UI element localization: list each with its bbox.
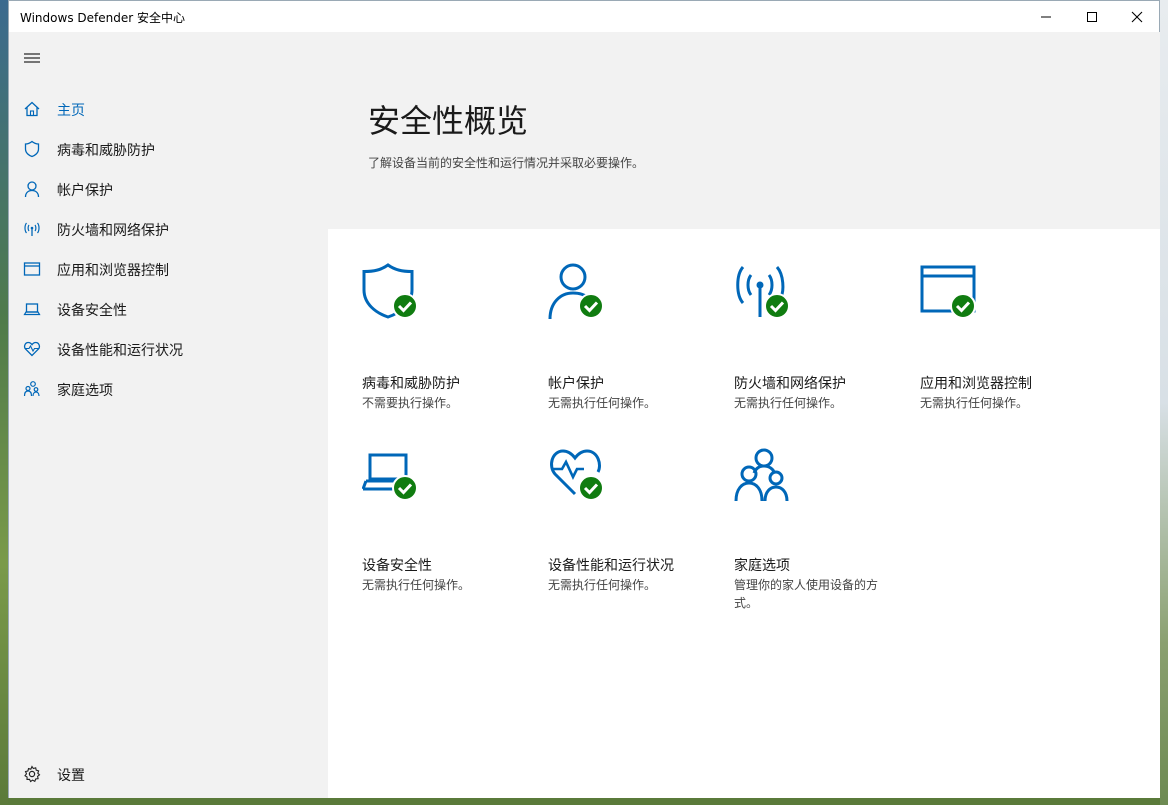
shield-icon <box>24 140 40 158</box>
sidebar-item-device-performance[interactable]: 设备性能和运行状况 <box>9 331 328 367</box>
person-icon <box>24 181 40 198</box>
browser-check-icon <box>920 265 976 319</box>
antenna-check-icon <box>736 266 790 319</box>
tile-title: 应用和浏览器控制 <box>920 376 1032 392</box>
sidebar-item-label: 设备安全性 <box>57 303 127 319</box>
sidebar: 主页 病毒和威胁防护 帐户保护 防火墙和网络保护 应用和浏览器控制 设备安全性 … <box>9 32 328 798</box>
title-bar[interactable]: Windows Defender 安全中心 <box>9 1 1159 32</box>
family-icon <box>23 381 40 397</box>
heart-icon <box>23 341 41 357</box>
laptop-check-icon <box>362 453 418 501</box>
heart-check-icon <box>550 449 604 501</box>
tile-title: 设备安全性 <box>362 558 432 574</box>
tile-status: 无需执行任何操作。 <box>920 396 1029 410</box>
page-title: 安全性概览 <box>368 102 529 140</box>
menu-button[interactable] <box>23 50 41 64</box>
app-window: Windows Defender 安全中心 主页 病毒和威胁防护 帐户保护 防火… <box>8 0 1160 798</box>
tile-status: 管理你的家人使用设备的方式。 <box>734 578 879 610</box>
tile-firewall[interactable]: 防火墙和网络保护 无需执行任何操作。 <box>734 263 904 413</box>
tiles-panel: 病毒和威胁防护 不需要执行操作。 帐户保护 无需执行任何操作。 防火墙和网络保护… <box>328 229 1160 798</box>
sidebar-item-account-protection[interactable]: 帐户保护 <box>9 171 328 207</box>
close-icon <box>1131 11 1143 22</box>
hamburger-icon <box>24 53 40 63</box>
close-button[interactable] <box>1114 1 1160 32</box>
sidebar-item-firewall[interactable]: 防火墙和网络保护 <box>9 211 328 247</box>
tile-status: 无需执行任何操作。 <box>362 578 471 592</box>
minimize-icon <box>1041 16 1051 17</box>
sidebar-item-settings[interactable]: 设置 <box>9 757 328 793</box>
browser-window-icon <box>23 262 41 276</box>
tile-status: 无需执行任何操作。 <box>548 578 657 592</box>
tile-virus-protection[interactable]: 病毒和威胁防护 不需要执行操作。 <box>362 263 532 413</box>
tile-account-protection[interactable]: 帐户保护 无需执行任何操作。 <box>548 263 718 413</box>
tile-title: 设备性能和运行状况 <box>548 558 674 574</box>
tile-device-performance[interactable]: 设备性能和运行状况 无需执行任何操作。 <box>548 445 718 595</box>
tile-title: 帐户保护 <box>548 376 604 392</box>
tile-family-options[interactable]: 家庭选项 管理你的家人使用设备的方式。 <box>734 445 904 610</box>
sidebar-item-label: 防火墙和网络保护 <box>57 223 169 239</box>
person-check-icon <box>548 263 604 320</box>
shield-check-icon <box>362 263 418 319</box>
sidebar-item-app-browser-control[interactable]: 应用和浏览器控制 <box>9 251 328 287</box>
page-subtitle: 了解设备当前的安全性和运行情况并采取必要操作。 <box>368 156 645 170</box>
page-header: 安全性概览 了解设备当前的安全性和运行情况并采取必要操作。 <box>328 32 1160 229</box>
gear-icon <box>24 765 41 783</box>
sidebar-item-home[interactable]: 主页 <box>9 91 328 127</box>
desktop-background-left <box>0 0 8 805</box>
sidebar-item-label: 病毒和威胁防护 <box>57 143 155 159</box>
sidebar-item-label: 应用和浏览器控制 <box>57 263 169 279</box>
minimize-button[interactable] <box>1023 1 1069 32</box>
tile-title: 防火墙和网络保护 <box>734 376 846 392</box>
desktop-background-right <box>1160 0 1168 805</box>
tile-title: 家庭选项 <box>734 558 790 574</box>
maximize-icon <box>1087 11 1097 22</box>
settings-label: 设置 <box>57 768 85 784</box>
sidebar-item-label: 主页 <box>57 103 85 119</box>
sidebar-item-label: 设备性能和运行状况 <box>57 343 183 359</box>
maximize-button[interactable] <box>1069 1 1115 32</box>
tile-status: 不需要执行操作。 <box>362 396 459 410</box>
laptop-icon <box>23 303 41 316</box>
tile-status: 无需执行任何操作。 <box>548 396 657 410</box>
tile-device-security[interactable]: 设备安全性 无需执行任何操作。 <box>362 445 532 595</box>
family-icon <box>734 448 789 502</box>
sidebar-item-label: 帐户保护 <box>57 183 113 199</box>
sidebar-item-virus-protection[interactable]: 病毒和威胁防护 <box>9 131 328 167</box>
tile-status: 无需执行任何操作。 <box>734 396 843 410</box>
home-icon <box>24 101 40 117</box>
sidebar-item-family-options[interactable]: 家庭选项 <box>9 371 328 407</box>
sidebar-item-label: 家庭选项 <box>57 383 113 399</box>
tile-title: 病毒和威胁防护 <box>362 376 460 392</box>
tile-app-browser-control[interactable]: 应用和浏览器控制 无需执行任何操作。 <box>920 263 1090 413</box>
window-title: Windows Defender 安全中心 <box>20 11 185 25</box>
antenna-icon <box>24 222 40 236</box>
sidebar-item-device-security[interactable]: 设备安全性 <box>9 291 328 327</box>
